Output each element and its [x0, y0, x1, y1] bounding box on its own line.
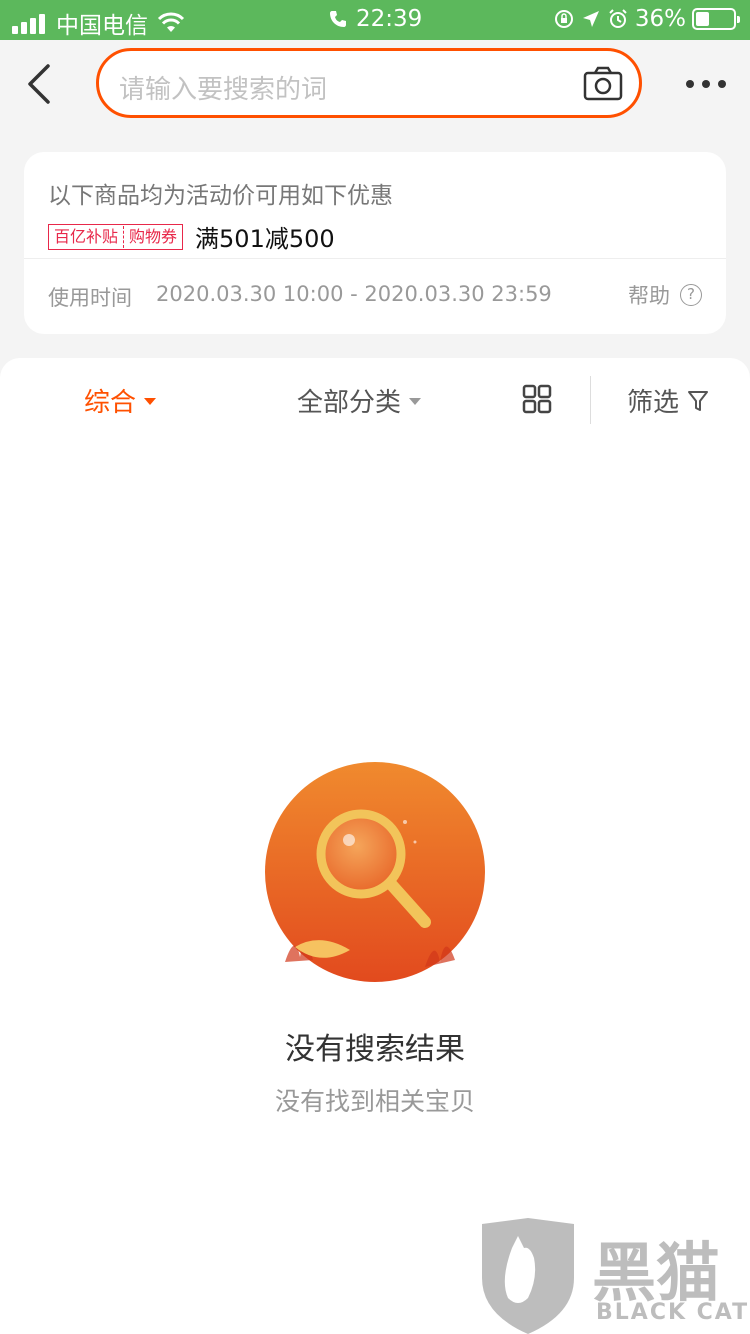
sort-divider: [590, 376, 591, 424]
sort-comprehensive-label: 综合: [84, 388, 137, 418]
status-center: 22:39: [328, 6, 422, 32]
search-input[interactable]: 请输入要搜索的词: [96, 48, 642, 118]
location-icon: [582, 11, 599, 27]
promo-description: 以下商品均为活动价可用如下优惠: [48, 183, 393, 209]
promo-tags: 百亿补贴 购物券 满501减500: [48, 219, 335, 254]
battery-icon: [692, 8, 740, 30]
time-range: 2020.03.30 10:00 - 2020.03.30 23:59: [156, 282, 552, 306]
page: 中国电信 22:39 36% 请输入要搜索的词 以下商品均为活动价可用如下优惠 …: [0, 0, 750, 1334]
tag-voucher: 购物券: [129, 226, 178, 246]
filter-button[interactable]: 筛选: [627, 382, 709, 419]
clock-label: 22:39: [356, 6, 423, 32]
orientation-lock-icon: [554, 10, 573, 28]
caret-down-icon: [409, 398, 422, 405]
caret-down-icon: [144, 398, 157, 405]
sort-bar: 综合 全部分类 筛选: [0, 358, 750, 438]
time-label: 使用时间: [48, 286, 132, 310]
wifi-icon: [157, 12, 185, 32]
divider: [24, 258, 726, 259]
sort-category-label: 全部分类: [297, 388, 402, 418]
signal-icon: [12, 12, 48, 34]
sort-comprehensive[interactable]: 综合: [84, 382, 157, 419]
help-label: 帮助: [628, 284, 670, 308]
search-placeholder: 请输入要搜索的词: [119, 75, 328, 105]
status-left: 中国电信: [12, 6, 186, 40]
battery-percent: 36%: [634, 6, 686, 32]
filter-label: 筛选: [627, 388, 680, 418]
battery-fill: [696, 12, 709, 26]
help-button[interactable]: 帮助 ?: [628, 280, 702, 310]
carrier-label: 中国电信: [56, 13, 148, 39]
alarm-icon: [609, 9, 627, 28]
phone-icon: [330, 11, 346, 27]
sort-category[interactable]: 全部分类: [297, 382, 422, 419]
more-icon[interactable]: [686, 70, 726, 98]
filter-icon: [688, 390, 709, 411]
status-right: 36%: [553, 6, 740, 32]
empty-subtitle: 没有找到相关宝贝: [274, 1087, 475, 1116]
empty-search-illustration: [265, 762, 485, 982]
results-panel: 综合 全部分类 筛选 没有搜索结果 没有找到相关宝贝: [0, 358, 750, 1334]
coupon-tag: 百亿补贴 购物券: [48, 223, 184, 250]
help-icon: ?: [680, 284, 702, 306]
watermark: 黑猫 BLACK CAT: [478, 1218, 750, 1334]
deal-text: 满501减500: [195, 225, 335, 253]
black-cat-shield-icon: [482, 1218, 574, 1334]
tag-subsidy: 百亿补贴: [54, 226, 119, 246]
camera-icon[interactable]: [583, 65, 623, 101]
grid-view-icon[interactable]: [522, 384, 552, 414]
status-bar: 中国电信 22:39 36%: [0, 0, 750, 40]
empty-title: 没有搜索结果: [285, 1032, 465, 1067]
back-icon[interactable]: [22, 62, 58, 106]
watermark-en: BLACK CAT: [596, 1300, 750, 1325]
header: 请输入要搜索的词: [0, 40, 750, 128]
promo-card: 以下商品均为活动价可用如下优惠 百亿补贴 购物券 满501减500 使用时间 2…: [24, 152, 726, 334]
